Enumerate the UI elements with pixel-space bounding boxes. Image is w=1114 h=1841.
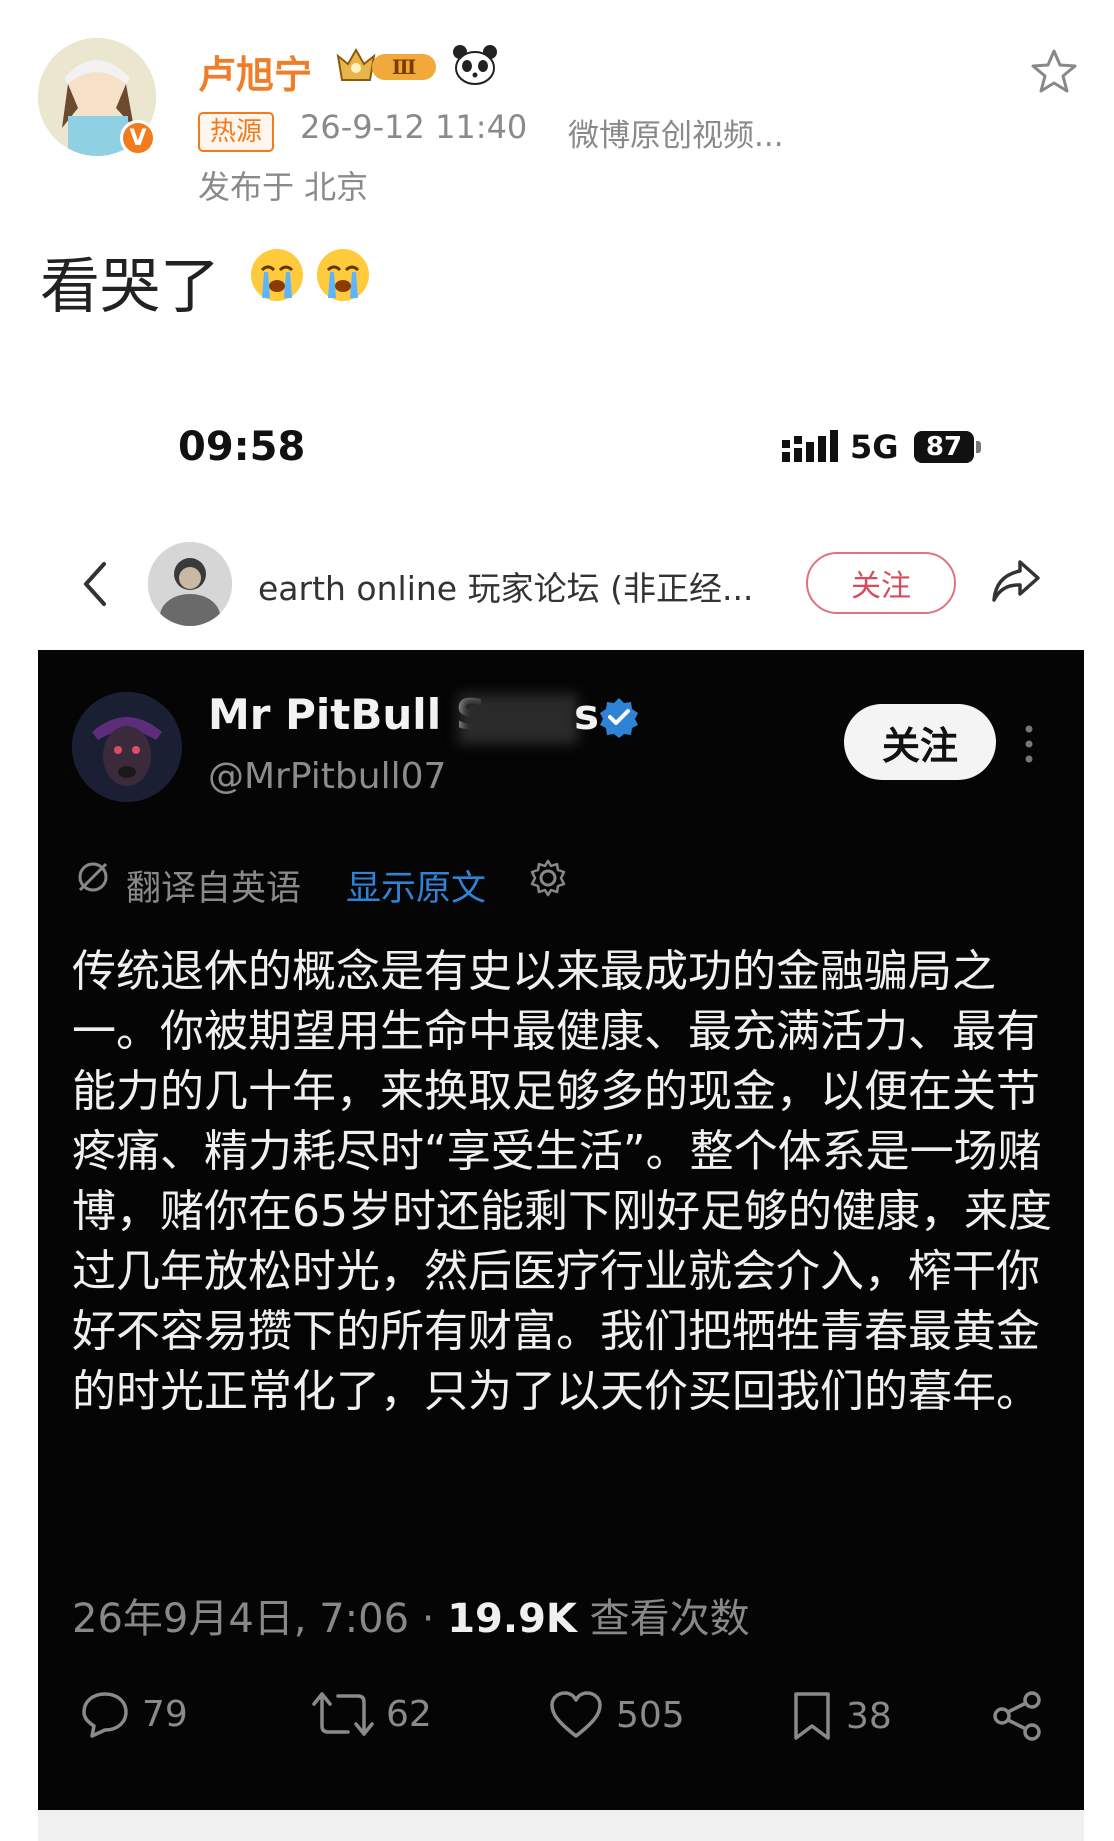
username[interactable]: 卢旭宁 xyxy=(198,44,312,99)
bottom-strip xyxy=(38,1810,1084,1841)
tweet-meta: 26年9月4日, 7:06 · 19.9K 查看次数 xyxy=(72,1586,750,1644)
retweet-count: 62 xyxy=(386,1693,432,1735)
translated-from-label: 翻译自英语 xyxy=(126,869,302,909)
back-arrow-icon[interactable] xyxy=(80,560,110,612)
crown-level-text: Ⅲ xyxy=(392,55,416,79)
translate-icon xyxy=(74,858,112,900)
like-action[interactable]: 505 xyxy=(548,1690,685,1740)
forum-avatar[interactable] xyxy=(148,542,232,626)
tweet-author-avatar[interactable] xyxy=(72,692,182,802)
post-source[interactable]: 微博原创视频... xyxy=(568,110,784,155)
forum-follow-button[interactable]: 关注 xyxy=(806,552,956,614)
tweet-views: 19.9K xyxy=(447,1596,577,1642)
hot-source-badge: 热源 xyxy=(198,112,275,152)
post-location: 发布于 北京 xyxy=(198,168,369,206)
heart-icon xyxy=(550,1691,602,1738)
crying-emoji-icon xyxy=(248,246,306,308)
post-timestamp: 26-9-12 11:40 xyxy=(300,108,528,146)
battery-tip xyxy=(976,441,981,453)
reply-count: 79 xyxy=(142,1693,188,1735)
tweet-author-name-tail: s xyxy=(574,690,599,739)
retweet-icon xyxy=(312,1692,374,1736)
more-options-icon[interactable] xyxy=(1024,724,1034,768)
battery-level: 87 xyxy=(914,431,974,463)
forum-name[interactable]: earth online 玩家论坛 (非正经... xyxy=(258,562,753,610)
blurred-name-segment xyxy=(458,694,578,744)
bookmark-count: 38 xyxy=(846,1695,892,1737)
network-type: 5G xyxy=(850,428,899,466)
share-action[interactable] xyxy=(992,1690,1044,1742)
tweet-follow-button[interactable]: 关注 xyxy=(844,704,996,780)
tweet-body: 传统退休的概念是有史以来最成功的金融骗局之一。你被期望用生命中最健康、最充满活力… xyxy=(72,946,1052,1417)
verified-v-icon: V xyxy=(120,120,156,156)
crown-level-icon: Ⅲ xyxy=(336,44,442,90)
comment-icon xyxy=(82,1692,128,1738)
tweet-date: 26年9月4日, 7:06 · xyxy=(72,1596,448,1642)
phone-status-time: 09:58 xyxy=(178,424,306,470)
crying-emoji-icon xyxy=(314,246,372,308)
bookmark-icon xyxy=(794,1692,830,1740)
reply-action[interactable]: 79 xyxy=(80,1690,188,1738)
gear-icon[interactable] xyxy=(528,858,568,902)
show-original-link[interactable]: 显示原文 xyxy=(346,860,486,911)
verified-check-icon xyxy=(598,696,640,742)
like-count: 505 xyxy=(616,1694,685,1736)
post-text: 看哭了 xyxy=(40,252,220,322)
favorite-star-icon[interactable] xyxy=(1030,48,1078,98)
share-nodes-icon xyxy=(993,1691,1041,1741)
retweet-action[interactable]: 62 xyxy=(312,1690,432,1738)
tweet-views-label: 查看次数 xyxy=(576,1596,750,1642)
panda-icon xyxy=(452,44,498,90)
tweet-author-handle[interactable]: @MrPitbull07 xyxy=(208,756,446,797)
signal-strength-icon xyxy=(782,430,840,468)
bookmark-action[interactable]: 38 xyxy=(790,1690,892,1742)
share-icon[interactable] xyxy=(990,558,1042,608)
tweet-author-name[interactable]: Mr PitBull S xyxy=(208,690,486,739)
